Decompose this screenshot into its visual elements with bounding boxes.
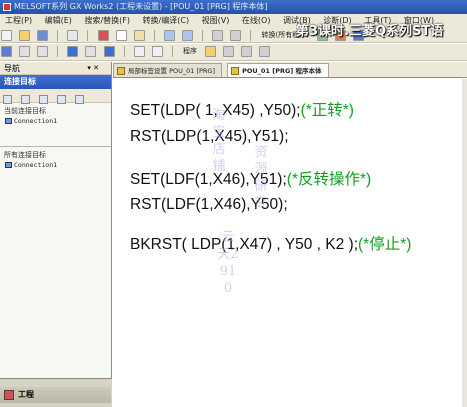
tab-program-body[interactable]: POU_01 [PRG] 程序本体 [227,63,329,77]
toolbar-secondary: 程序 [0,44,467,61]
table-icon[interactable] [151,46,163,57]
project-icon [4,390,14,400]
comment-icon[interactable] [241,46,253,57]
save-icon[interactable] [37,30,49,41]
print-icon[interactable] [67,30,79,41]
output-icon[interactable] [37,46,49,57]
editor-tab-strip: 局部标签设置 POU_01 [PRG] POU_01 [PRG] 程序本体 [113,62,467,78]
connection-destination-header[interactable]: 连接目标 [0,75,111,89]
device-icon[interactable] [103,46,115,57]
replace-icon[interactable] [230,30,242,41]
program-label[interactable]: 程序 [181,44,199,59]
code-line: SET(LDP( 1, X45) ,Y50);(*正转*) [130,101,354,121]
open-folder-icon[interactable] [19,30,31,41]
project-tab[interactable]: 工程 [0,387,111,403]
settings-icon[interactable] [75,95,85,104]
undo-icon[interactable] [163,30,175,41]
watermark-resource: 资源研究 [254,145,268,211]
computer-icon [5,118,12,124]
label-icon[interactable] [223,46,235,57]
refresh-icon[interactable] [57,95,67,104]
menu-edit[interactable]: 编辑(E) [40,14,77,28]
tab-program-body-text: POU_01 [PRG] 程序本体 [242,67,322,75]
new-file-icon[interactable] [1,30,12,41]
current-connection-item[interactable]: Connection1 [0,116,111,127]
code-line: BKRST( LDP(1,X47) , Y50 , K2 );(*停止*) [130,235,411,255]
navigation-header: 导航 ▾ ✕ [0,62,111,75]
project-label: 工程 [18,390,34,399]
code-text: BKRST( LDP(1,X47) , Y50 , K2 ); [130,236,358,253]
grid-icon[interactable] [133,46,145,57]
all-connection-name: Connection1 [14,161,58,169]
watermark-shop: 淘宝店铺 [212,108,226,174]
all-connections-label: 所有连接目标 [4,151,46,159]
menu-view[interactable]: 视图(V) [197,14,235,28]
all-connection-item[interactable]: Connection1 [0,160,111,171]
monitor-icon[interactable] [67,46,79,57]
code-comment: (*正转*) [300,102,354,119]
parts-icon[interactable] [19,46,31,57]
menu-project[interactable]: 工程(P) [0,14,37,28]
course-title-overlay: 第3课时.三菱Q系列ST语 [296,24,444,39]
menu-search[interactable]: 搜索/替换(F) [79,14,135,28]
watermark-id: 云天2910 [217,230,239,296]
st-code-editor[interactable]: SET(LDP( 1, X45) ,Y50);(*正转*) RST(LDP(1,… [113,79,467,407]
cut-icon[interactable] [97,30,109,41]
tab-local-labels[interactable]: 局部标签设置 POU_01 [PRG] [113,63,222,77]
computer-icon [5,162,12,168]
zoom-icon[interactable] [259,46,271,57]
navigation-icon[interactable] [1,46,12,57]
app-icon [3,3,11,11]
editor-scrollbar[interactable] [462,79,467,407]
new-connection-icon[interactable] [3,95,12,104]
window-title: MELSOFT系列 GX Works2 (工程未设置) - [POU_01 [P… [14,2,268,11]
current-connection-name: Connection1 [14,117,58,125]
program-icon [231,67,240,75]
label-table-icon [117,67,125,75]
menu-online[interactable]: 在线(O) [237,14,276,28]
function-icon[interactable] [205,46,217,57]
redo-icon[interactable] [182,30,194,41]
pin-icon[interactable]: ▾ ✕ [87,62,99,75]
copy-icon[interactable] [115,30,127,41]
navigation-title: 导航 [4,64,20,73]
menu-convert[interactable]: 转换/编译(C) [138,14,195,28]
copy-connection-icon[interactable] [39,95,49,104]
code-comment: (*停止*) [358,236,412,253]
watch-icon[interactable] [85,46,97,57]
find-icon[interactable] [212,30,224,41]
navigation-bottom: 工程 [0,378,112,407]
paste-icon[interactable] [133,30,145,41]
tab-local-labels-text: 局部标签设置 POU_01 [PRG] [128,67,215,75]
edit-connection-icon[interactable] [21,95,31,104]
navigation-tools [0,89,111,104]
code-comment: (*反转操作*) [286,171,372,188]
navigation-panel: 导航 ▾ ✕ 连接目标 当前连接目标 Connection1 所有连接目标 Co… [0,62,112,407]
window-title-bar: MELSOFT系列 GX Works2 (工程未设置) - [POU_01 [P… [0,0,467,14]
